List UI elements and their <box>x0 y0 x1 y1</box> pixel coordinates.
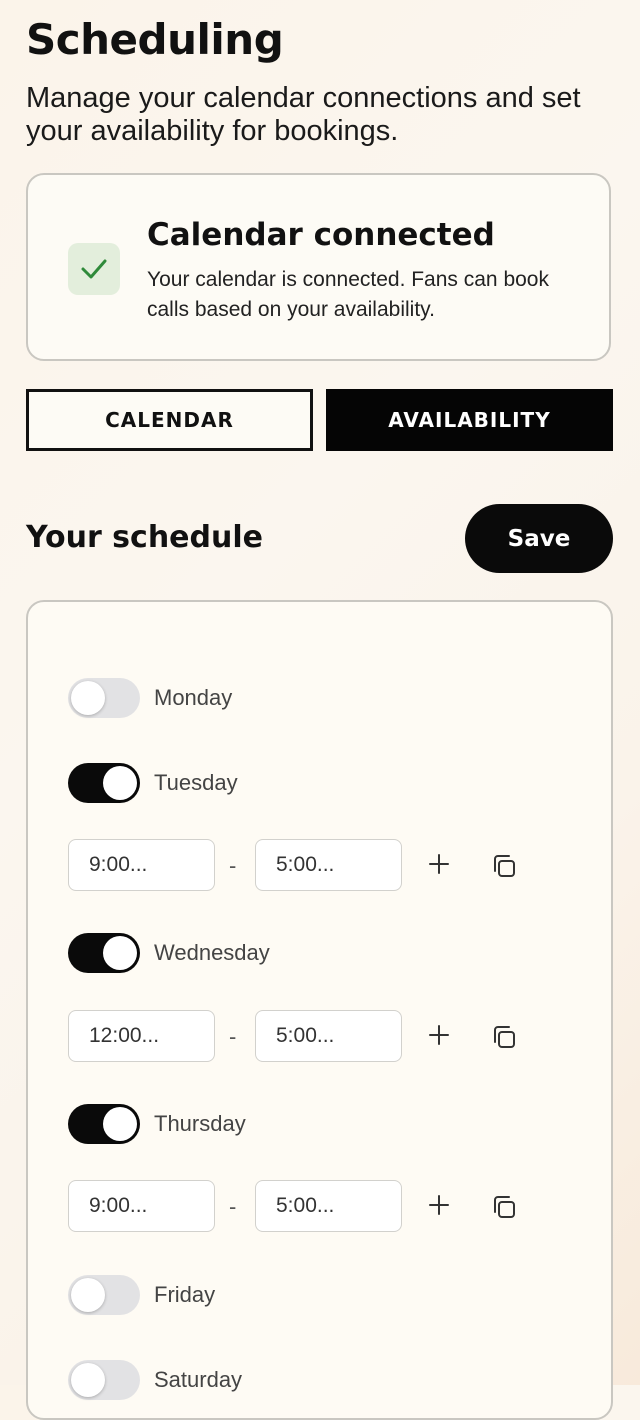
monday-toggle[interactable] <box>68 678 140 718</box>
copy-icon[interactable] <box>490 1193 518 1221</box>
toggle-knob <box>103 766 137 800</box>
tuesday-toggle[interactable] <box>68 763 140 803</box>
page-title: Scheduling <box>26 15 284 64</box>
time-separator: - <box>229 853 237 878</box>
day-label: Friday <box>154 1282 216 1307</box>
status-text: Your calendar is connected. Fans can boo… <box>147 268 549 321</box>
add-icon[interactable] <box>426 1022 452 1048</box>
wednesday-toggle[interactable] <box>68 933 140 973</box>
day-row-tuesday: Tuesday <box>68 763 238 803</box>
schedule-title: Your schedule <box>26 520 263 555</box>
copy-icon[interactable] <box>490 1023 518 1051</box>
toggle-knob <box>71 1278 105 1312</box>
start-time-field[interactable]: 9:00... <box>68 1180 215 1232</box>
day-row-monday: Monday <box>68 678 232 718</box>
calendar-status-card: Calendar connected Your calendar is conn… <box>26 173 611 361</box>
toggle-knob <box>103 1107 137 1141</box>
save-button[interactable]: Save <box>465 504 613 573</box>
day-row-wednesday: Wednesday <box>68 933 270 973</box>
tab-availability[interactable]: AVAILABILITY <box>326 389 613 451</box>
add-icon[interactable] <box>426 851 452 877</box>
day-label: Tuesday <box>154 770 238 795</box>
day-label: Saturday <box>154 1367 243 1392</box>
copy-icon[interactable] <box>490 852 518 880</box>
day-row-saturday: Saturday <box>68 1360 242 1400</box>
day-label: Thursday <box>154 1111 246 1136</box>
toggle-knob <box>71 1363 105 1397</box>
start-time-field[interactable]: 12:00... <box>68 1010 215 1062</box>
status-title: Calendar connected <box>147 217 495 253</box>
add-icon[interactable] <box>426 1192 452 1218</box>
day-row-friday: Friday <box>68 1275 215 1315</box>
time-separator: - <box>229 1024 237 1049</box>
tab-calendar[interactable]: CALENDAR <box>26 389 313 451</box>
day-row-thursday: Thursday <box>68 1104 246 1144</box>
start-time-field[interactable]: 9:00... <box>68 839 215 891</box>
check-icon <box>68 243 120 295</box>
day-label: Wednesday <box>154 940 270 965</box>
time-separator: - <box>229 1194 237 1219</box>
toggle-knob <box>103 936 137 970</box>
page-subtitle: Manage your calendar connections and set… <box>26 82 581 147</box>
toggle-knob <box>71 681 105 715</box>
thursday-toggle[interactable] <box>68 1104 140 1144</box>
saturday-toggle[interactable] <box>68 1360 140 1400</box>
end-time-field[interactable]: 5:00... <box>255 1180 402 1232</box>
schedule-card: Monday Tuesday 9:00... - 5:00... Wednesd… <box>26 600 613 1420</box>
end-time-field[interactable]: 5:00... <box>255 1010 402 1062</box>
end-time-field[interactable]: 5:00... <box>255 839 402 891</box>
friday-toggle[interactable] <box>68 1275 140 1315</box>
day-label: Monday <box>154 685 233 710</box>
